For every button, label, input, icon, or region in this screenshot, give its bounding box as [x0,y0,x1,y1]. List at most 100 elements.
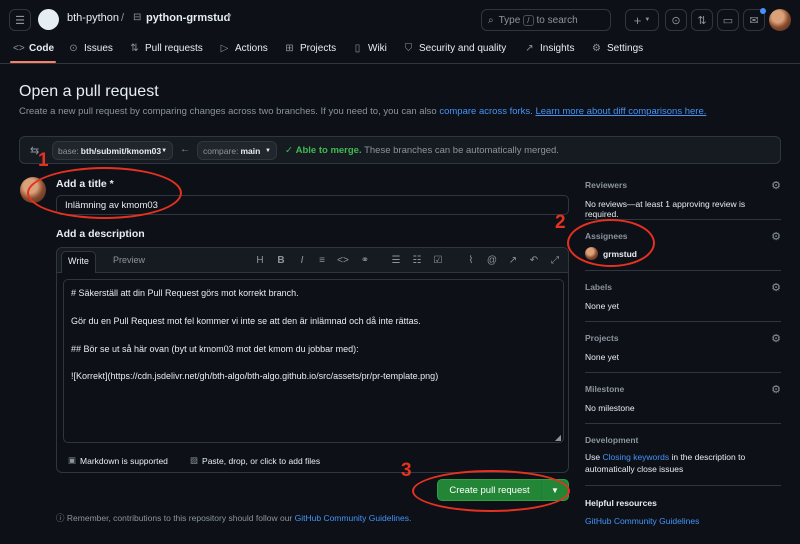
description-editor: Write Preview H B I ≡ <> ⚭ ☰ ☷ ☑ ⌇ @ ↗ ↶… [56,247,569,473]
community-guidelines-link[interactable]: GitHub Community Guidelines [295,513,409,523]
editor-footer: ▣ Markdown is supported ▨ Paste, drop, o… [57,449,568,471]
italic-icon[interactable]: I [296,255,308,266]
divider [585,321,781,322]
gear-icon[interactable]: ⚙ [771,281,781,294]
body-line: Gör du en Pull Request mot fel kommer vi… [71,316,421,326]
heading-icon[interactable]: H [254,255,266,266]
annotation-ellipse-2 [567,219,655,267]
repo-link[interactable]: python-grmstud [146,12,230,24]
tab-preview[interactable]: Preview [113,255,145,265]
projects-section: Projects ⚙ None yet [585,333,781,362]
annotation-ellipse-1 [27,167,182,219]
tab-projects[interactable]: ⊞ Projects [284,43,336,54]
cross-reference-icon[interactable]: ↗ [507,255,519,266]
bullet-list-icon[interactable]: ☷ [411,255,423,266]
chevron-down-icon: ▼ [265,147,271,154]
play-icon: ▷ [220,43,229,54]
description-label: Add a description [56,228,145,240]
pull-requests-icon[interactable]: ⇅ [691,9,713,31]
tab-actions[interactable]: ▷ Actions [219,43,268,54]
branch-compare-bar: ⇆ base: bth/submit/kmom03 ▼ ← compare: m… [19,136,781,164]
description-textarea[interactable]: # Säkerställ att din Pull Request görs m… [63,279,564,443]
menu-icon[interactable]: ☰ [9,9,31,31]
attachment-icon[interactable]: ⌇ [465,255,477,266]
tab-write[interactable]: Write [61,251,96,273]
divider [585,270,781,271]
annotation-ellipse-3 [412,470,570,512]
link-icon[interactable]: ⚭ [359,255,371,266]
helpful-resources-section: Helpful resources GitHub Community Guide… [585,498,700,526]
markdown-note[interactable]: ▣ Markdown is supported [68,455,168,466]
chevron-down-icon[interactable]: ▼ [225,12,233,21]
create-new-button[interactable]: + ▼ [625,9,659,31]
repo-icon: ⊟ [133,12,142,23]
markdown-icon: ▣ [68,455,77,465]
compare-branch-select[interactable]: compare: main ▼ [197,141,277,160]
editor-toolbar: Write Preview H B I ≡ <> ⚭ ☰ ☷ ☑ ⌇ @ ↗ ↶… [57,248,568,273]
graph-icon: ↗ [525,43,534,54]
compare-forks-link[interactable]: compare across forks [439,106,530,117]
repo-nav: <> Code ⊙ Issues ⇅ Pull requests ▷ Actio… [0,36,800,64]
milestone-section: Milestone ⚙ No milestone [585,384,781,413]
tab-security[interactable]: ⛉ Security and quality [403,43,507,54]
base-branch-select[interactable]: base: bth/submit/kmom03 ▼ [52,141,173,160]
quote-icon[interactable]: ≡ [316,255,328,266]
gear-icon[interactable]: ⚙ [771,230,781,243]
body-line: # Säkerställ att din Pull Request görs m… [71,288,299,298]
page-title: Open a pull request [19,83,159,100]
table-icon: ⊞ [285,43,294,54]
code-icon: <> [13,43,25,54]
check-icon: ✓ [285,145,293,156]
tab-pull-requests[interactable]: ⇅ Pull requests [129,43,203,54]
gear-icon[interactable]: ⚙ [771,383,781,396]
mention-icon[interactable]: @ [486,255,498,266]
shield-icon: ⛉ [404,43,413,54]
user-avatar[interactable] [769,9,791,31]
body-line: ![Korrekt](https://cdn.jsdelivr.net/gh/b… [71,371,439,381]
development-section: Development Use Closing keywords in the … [585,435,746,474]
page-subtitle: Create a new pull request by comparing c… [19,106,707,117]
body-line: ## Bör se ut så här ovan (byt ut kmom03 … [71,344,359,354]
closing-keywords-link[interactable]: Closing keywords [602,452,669,462]
annotation-number-3: 3 [401,460,412,481]
fullscreen-icon[interactable]: ⤢ [549,255,561,266]
repositories-icon[interactable]: ▭ [717,9,739,31]
reviewers-section: Reviewers ⚙ No reviews—at least 1 approv… [585,180,781,219]
arrow-left-icon: ← [180,144,190,155]
tab-insights[interactable]: ↗ Insights [524,43,574,54]
search-input[interactable]: ⌕ Type / to search [481,9,611,31]
annotation-number-1: 1 [38,150,49,171]
merge-status: ✓ Able to merge. These branches can be a… [285,145,559,156]
attach-files-note[interactable]: ▨ Paste, drop, or click to add files [190,455,320,466]
tab-issues[interactable]: ⊙ Issues [68,43,113,54]
issue-icon: ⊙ [69,43,78,54]
github-logo-icon[interactable] [38,9,59,30]
tab-wiki[interactable]: ▯ Wiki [352,43,387,54]
divider [585,423,781,424]
divider [585,372,781,373]
owner-link[interactable]: bth-python [67,12,119,24]
contribution-note: ⓘ Remember, contributions to this reposi… [56,513,412,523]
tab-settings[interactable]: ⚙ Settings [591,43,643,54]
diff-help-link[interactable]: Learn more about diff comparisons here. [535,106,706,117]
numbered-list-icon[interactable]: ☰ [390,255,402,266]
bold-icon[interactable]: B [275,255,287,266]
issues-icon[interactable]: ⊙ [665,9,687,31]
active-tab-indicator [10,61,56,63]
community-guidelines-link[interactable]: GitHub Community Guidelines [585,516,699,526]
gear-icon[interactable]: ⚙ [771,332,781,345]
undo-icon[interactable]: ↶ [528,255,540,266]
notification-dot [760,8,766,14]
chevron-down-icon: ▼ [161,147,168,154]
resize-handle-icon[interactable]: ◢ [555,433,561,442]
info-icon: ⓘ [56,513,65,523]
tab-code[interactable]: <> Code [13,43,54,54]
breadcrumb-separator: / [121,12,125,24]
book-icon: ▯ [354,43,361,54]
gear-icon[interactable]: ⚙ [771,179,781,192]
image-icon: ▨ [190,455,199,465]
task-list-icon[interactable]: ☑ [432,255,444,266]
annotation-number-2: 2 [555,212,566,233]
code-icon[interactable]: <> [337,255,349,266]
labels-section: Labels ⚙ None yet [585,282,781,311]
